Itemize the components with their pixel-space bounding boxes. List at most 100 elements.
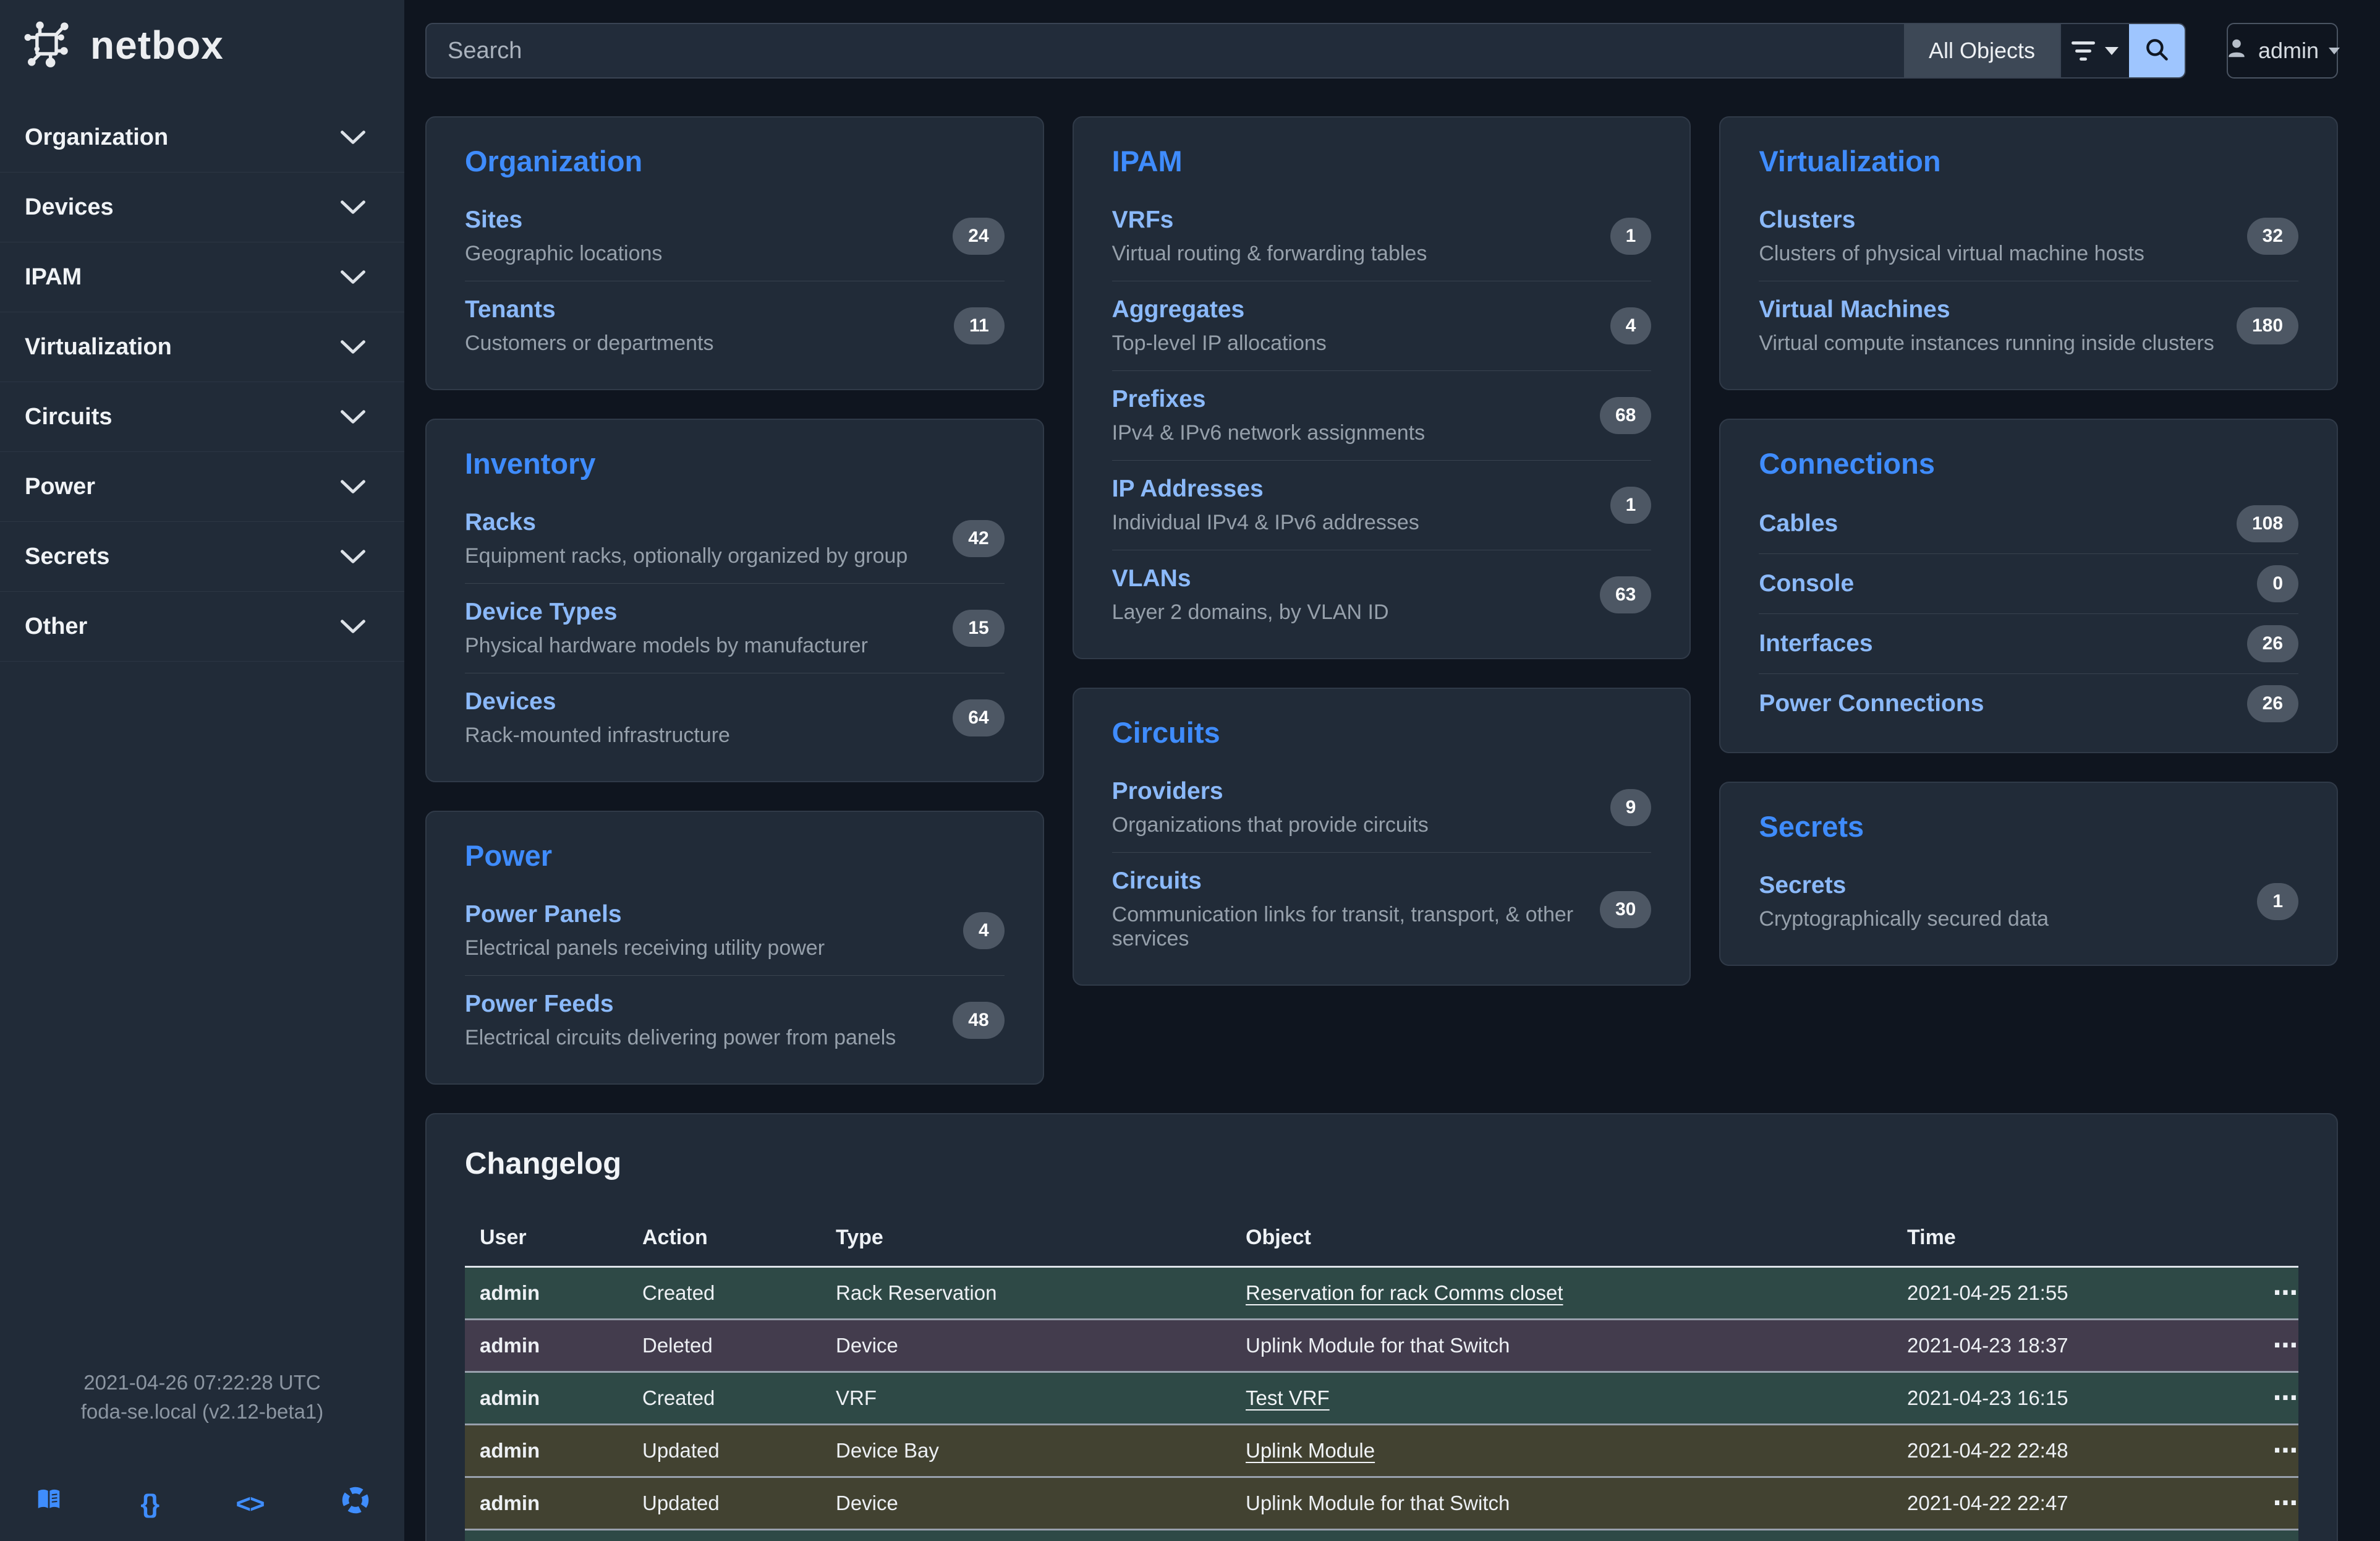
brand-logo[interactable]: netbox xyxy=(0,0,404,88)
count-badge: 26 xyxy=(2247,685,2298,722)
item-link-cables[interactable]: Cables xyxy=(1759,510,1838,537)
card-title: Secrets xyxy=(1759,810,2298,843)
item-link-prefixes[interactable]: Prefixes xyxy=(1112,386,1206,412)
cards-column-1: OrganizationSitesGeographic locations24T… xyxy=(425,116,1044,1085)
cell-time: 2021-04-22 22:48 xyxy=(1892,1425,2258,1477)
card-title: Connections xyxy=(1759,447,2298,480)
search-submit-button[interactable] xyxy=(2129,24,2185,77)
card-organization: OrganizationSitesGeographic locations24T… xyxy=(425,116,1044,390)
item-text: Device TypesPhysical hardware models by … xyxy=(465,599,868,658)
changelog-body: adminCreatedRack ReservationReservation … xyxy=(465,1267,2298,1541)
cell-action: Updated xyxy=(627,1425,821,1477)
object-link[interactable]: Test VRF xyxy=(1246,1386,1330,1409)
card-item-devices: DevicesRack-mounted infrastructure64 xyxy=(465,673,1005,762)
item-link-power-panels[interactable]: Power Panels xyxy=(465,901,622,928)
cell-time: 2021-04-22 22:47 xyxy=(1892,1530,2258,1541)
filter-button[interactable] xyxy=(2060,24,2129,77)
item-link-ip-addresses[interactable]: IP Addresses xyxy=(1112,476,1264,502)
cell-action: Created xyxy=(627,1267,821,1320)
object-link[interactable]: Uplink Module xyxy=(1246,1439,1375,1462)
count-badge: 4 xyxy=(963,912,1005,949)
item-link-sites[interactable]: Sites xyxy=(465,207,522,233)
item-text: Console xyxy=(1759,570,1854,597)
changelog-title: Changelog xyxy=(465,1146,2298,1181)
changelog-row: adminCreatedRack ReservationReservation … xyxy=(465,1267,2298,1320)
sidebar-item-other[interactable]: Other xyxy=(0,592,404,662)
count-badge: 24 xyxy=(953,218,1004,255)
search-scope-dropdown[interactable]: All Objects xyxy=(1904,24,2060,77)
ellipsis-icon[interactable]: ⋯ xyxy=(2273,1332,2298,1359)
ellipsis-icon[interactable]: ⋯ xyxy=(2273,1385,2298,1412)
item-subtitle: Electrical panels receiving utility powe… xyxy=(465,936,825,960)
sidebar-item-secrets[interactable]: Secrets xyxy=(0,522,404,592)
ellipsis-icon[interactable]: ⋯ xyxy=(2273,1437,2298,1464)
search-input[interactable] xyxy=(427,24,1904,77)
chevron-down-icon xyxy=(340,549,366,565)
object-link[interactable]: Reservation for rack Comms closet xyxy=(1246,1281,1563,1304)
item-link-vrfs[interactable]: VRFs xyxy=(1112,207,1174,233)
ellipsis-icon[interactable]: ⋯ xyxy=(2273,1279,2298,1307)
card-item-circuits: CircuitsCommunication links for transit,… xyxy=(1112,852,1652,966)
item-link-tenants[interactable]: Tenants xyxy=(465,296,556,323)
item-subtitle: Clusters of physical virtual machine hos… xyxy=(1759,242,2144,266)
item-link-power-connections[interactable]: Power Connections xyxy=(1759,690,1984,717)
sidebar-item-circuits[interactable]: Circuits xyxy=(0,382,404,452)
footer-timestamp: 2021-04-26 07:22:28 UTC xyxy=(27,1368,377,1398)
sidebar-item-organization[interactable]: Organization xyxy=(0,103,404,173)
user-menu-button[interactable]: admin xyxy=(2227,23,2338,79)
column-header-user: User xyxy=(465,1210,627,1267)
code-icon[interactable]: <> xyxy=(236,1485,264,1522)
item-link-aggregates[interactable]: Aggregates xyxy=(1112,296,1245,323)
item-link-secrets[interactable]: Secrets xyxy=(1759,872,1846,899)
chevron-down-icon xyxy=(340,479,366,495)
chevron-down-icon xyxy=(2329,48,2340,54)
item-link-device-types[interactable]: Device Types xyxy=(465,599,617,625)
item-link-clusters[interactable]: Clusters xyxy=(1759,207,1855,233)
count-badge: 15 xyxy=(953,610,1004,647)
count-badge: 42 xyxy=(953,520,1004,557)
count-badge: 1 xyxy=(2257,883,2298,920)
cell-object: Test VRF xyxy=(1231,1372,1892,1425)
item-link-circuits[interactable]: Circuits xyxy=(1112,868,1202,894)
item-link-interfaces[interactable]: Interfaces xyxy=(1759,630,1872,657)
support-lifebuoy-icon[interactable] xyxy=(341,1486,370,1522)
card-title: Inventory xyxy=(465,447,1005,480)
sidebar-item-power[interactable]: Power xyxy=(0,452,404,522)
cell-action: Created xyxy=(627,1530,821,1541)
topbar: All Objects xyxy=(425,23,2338,79)
cell-actions: ⋯ xyxy=(2258,1320,2298,1372)
card-title: Organization xyxy=(465,145,1005,178)
item-link-devices[interactable]: Devices xyxy=(465,688,556,715)
ellipsis-icon[interactable]: ⋯ xyxy=(2273,1490,2298,1517)
changelog-row: adminUpdatedDevice BayUplink Module2021-… xyxy=(465,1425,2298,1477)
api-braces-icon[interactable]: {} xyxy=(140,1485,158,1522)
changelog-row: adminCreatedVRFTest VRF2021-04-23 16:15⋯ xyxy=(465,1372,2298,1425)
card-item-device-types: Device TypesPhysical hardware models by … xyxy=(465,583,1005,673)
item-link-providers[interactable]: Providers xyxy=(1112,778,1223,805)
cell-type: Device xyxy=(821,1477,1231,1530)
sidebar-item-label: Secrets xyxy=(25,544,109,570)
cell-actions: ⋯ xyxy=(2258,1425,2298,1477)
cell-type: Device xyxy=(821,1320,1231,1372)
card-item-vrfs: VRFsVirtual routing & forwarding tables1 xyxy=(1112,192,1652,281)
sidebar-item-label: IPAM xyxy=(25,264,82,291)
item-text: DevicesRack-mounted infrastructure xyxy=(465,688,730,748)
item-link-vlans[interactable]: VLANs xyxy=(1112,565,1191,592)
chevron-down-icon xyxy=(2105,47,2119,55)
item-text: Interfaces xyxy=(1759,630,1872,657)
changelog-table: UserActionTypeObjectTime adminCreatedRac… xyxy=(465,1210,2298,1541)
docs-book-icon[interactable] xyxy=(35,1486,63,1522)
item-text: AggregatesTop-level IP allocations xyxy=(1112,296,1327,356)
count-badge: 1 xyxy=(1610,487,1652,524)
card-item-secrets: SecretsCryptographically secured data1 xyxy=(1759,857,2298,946)
item-link-virtual-machines[interactable]: Virtual Machines xyxy=(1759,296,1950,323)
item-link-console[interactable]: Console xyxy=(1759,570,1854,597)
item-subtitle: Organizations that provide circuits xyxy=(1112,813,1429,837)
netbox-logo-icon xyxy=(23,21,72,69)
sidebar-item-virtualization[interactable]: Virtualization xyxy=(0,312,404,382)
count-badge: 0 xyxy=(2257,565,2298,602)
sidebar-item-ipam[interactable]: IPAM xyxy=(0,242,404,312)
item-link-racks[interactable]: Racks xyxy=(465,509,536,536)
item-link-power-feeds[interactable]: Power Feeds xyxy=(465,991,614,1017)
sidebar-item-devices[interactable]: Devices xyxy=(0,173,404,242)
